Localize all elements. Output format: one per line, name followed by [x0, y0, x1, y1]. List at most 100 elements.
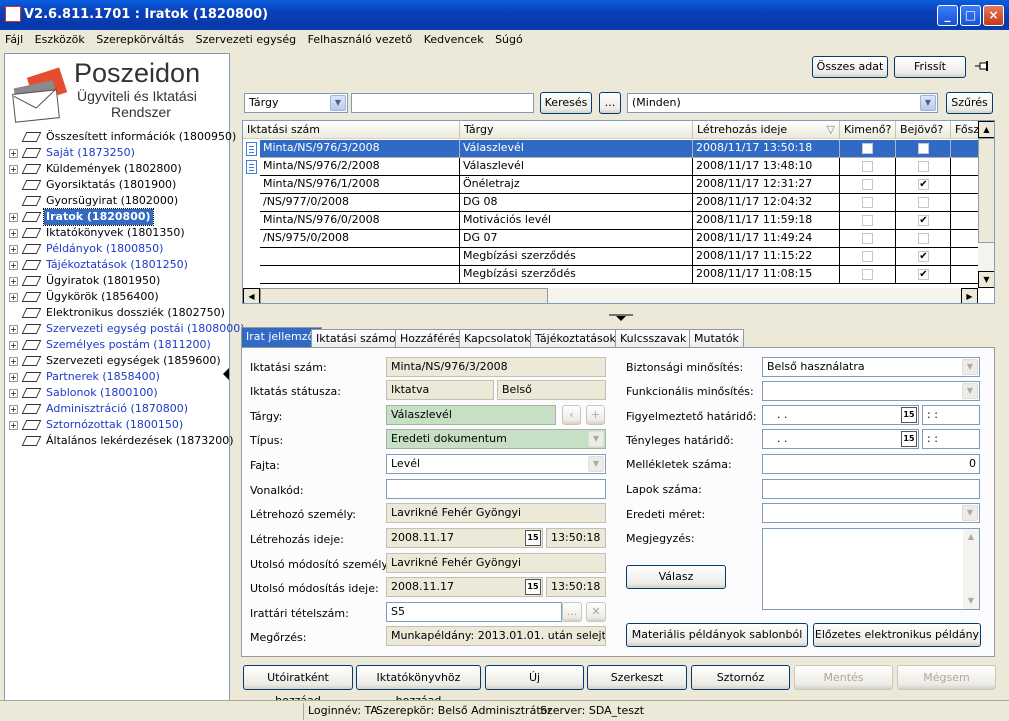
- expand-icon[interactable]: +: [9, 325, 18, 334]
- scroll-up-icon[interactable]: ▲: [978, 121, 994, 138]
- col-letrehozas[interactable]: Létrehozás ideje ▽: [693, 121, 840, 139]
- expand-icon[interactable]: +: [9, 229, 18, 238]
- search-field-select[interactable]: Tárgy ▼: [244, 93, 348, 113]
- chevron-down-icon[interactable]: ▼: [962, 383, 978, 399]
- pin-icon[interactable]: [974, 60, 992, 74]
- col-bejovo[interactable]: Bejövő?: [896, 121, 951, 139]
- menu-help[interactable]: Súgó: [490, 30, 526, 46]
- cancel-doc-button[interactable]: Sztornóz: [691, 665, 790, 690]
- expand-icon[interactable]: +: [9, 245, 18, 254]
- scroll-down-icon[interactable]: ▼: [963, 593, 979, 609]
- all-data-button[interactable]: Összes adat: [812, 56, 888, 78]
- targy-prev-button[interactable]: ‹: [562, 405, 581, 425]
- irattari-browse-button[interactable]: ...: [562, 602, 582, 622]
- kimeno-checkbox[interactable]: [862, 197, 873, 208]
- bejovo-checkbox[interactable]: [918, 197, 929, 208]
- bejovo-checkbox[interactable]: ✔: [918, 251, 929, 262]
- expand-icon[interactable]: +: [9, 261, 18, 270]
- bejovo-checkbox[interactable]: [918, 161, 929, 172]
- expand-icon[interactable]: +: [9, 357, 18, 366]
- irattari-input[interactable]: S5: [386, 602, 562, 622]
- edit-button[interactable]: Szerkeszt: [587, 665, 687, 690]
- tree-item[interactable]: + Ügykörök (1856400): [6, 289, 224, 305]
- expand-icon[interactable]: +: [9, 277, 18, 286]
- kimeno-checkbox[interactable]: [862, 161, 873, 172]
- tab-tajekoztatasok[interactable]: Tájékoztatások: [530, 329, 621, 348]
- kimeno-checkbox[interactable]: [862, 233, 873, 244]
- megjegyzes-textarea[interactable]: ▲ ▼: [762, 528, 980, 610]
- biztonsagi-select[interactable]: Belső használatra ▼: [762, 357, 980, 377]
- menu-org-unit[interactable]: Szervezeti egység: [191, 30, 299, 46]
- targy-field[interactable]: Válaszlevél: [386, 405, 556, 425]
- expand-icon[interactable]: +: [9, 373, 18, 382]
- kimeno-checkbox[interactable]: [862, 269, 873, 280]
- tree-item[interactable]: + Ügyiratok (1801950): [6, 273, 224, 289]
- tree-item[interactable]: + Iktatókönyvek (1801350): [6, 225, 224, 241]
- menu-file[interactable]: Fájl: [0, 30, 26, 46]
- tree-item[interactable]: + Személyes postám (1811200): [6, 337, 224, 353]
- figyelmezteto-time[interactable]: : :: [922, 405, 980, 425]
- chevron-down-icon[interactable]: ▼: [920, 95, 936, 111]
- tenyleges-date[interactable]: . . 15: [762, 429, 919, 449]
- tree-item[interactable]: Általános lekérdezések (1873200): [6, 433, 234, 449]
- vonalkod-input[interactable]: [386, 479, 606, 499]
- tipus-select[interactable]: Eredeti dokumentum ▼: [386, 429, 606, 449]
- targy-add-button[interactable]: +: [586, 405, 605, 425]
- eredeti-select[interactable]: ▼: [762, 503, 980, 523]
- tab-mutatok[interactable]: Mutatók: [689, 329, 744, 348]
- lapok-input[interactable]: [762, 479, 980, 499]
- maximize-button[interactable]: □: [960, 5, 981, 26]
- grid-vscrollbar[interactable]: ▲ ▼: [978, 121, 994, 288]
- fajta-select[interactable]: Levél ▼: [386, 454, 606, 474]
- minimize-button[interactable]: _: [937, 5, 958, 26]
- kimeno-checkbox[interactable]: [862, 179, 873, 190]
- megjegyzes-scrollbar[interactable]: ▲ ▼: [963, 529, 979, 609]
- grid-hscrollbar[interactable]: ◀ ▶: [243, 288, 978, 303]
- search-more-button[interactable]: ...: [599, 92, 621, 114]
- expand-icon[interactable]: +: [9, 421, 18, 430]
- menu-favorites[interactable]: Kedvencek: [419, 30, 487, 46]
- tree-item[interactable]: + Iratok (1820800): [6, 208, 224, 226]
- tree-item[interactable]: Elektronikus dossziék (1802750): [6, 305, 225, 321]
- calendar-icon[interactable]: 15: [901, 407, 917, 423]
- expand-icon[interactable]: +: [9, 213, 18, 222]
- funkcionalis-select[interactable]: ▼: [762, 381, 980, 401]
- col-iktatasi[interactable]: Iktatási szám: [243, 121, 460, 139]
- calendar-icon[interactable]: 15: [525, 530, 541, 546]
- expand-icon[interactable]: +: [9, 165, 18, 174]
- kimeno-checkbox[interactable]: [862, 143, 873, 154]
- scroll-down-icon[interactable]: ▼: [978, 271, 994, 288]
- filter-button[interactable]: Szűrés: [946, 92, 993, 114]
- new-button[interactable]: Új: [485, 665, 584, 690]
- refresh-button[interactable]: Frissít: [894, 56, 966, 78]
- tree-item[interactable]: Gyorsügyirat (1802000): [6, 193, 224, 209]
- figyelmezteto-date[interactable]: . . 15: [762, 405, 919, 425]
- bejovo-checkbox[interactable]: ✔: [918, 215, 929, 226]
- chevron-down-icon[interactable]: ▼: [962, 359, 978, 375]
- search-input[interactable]: [351, 93, 534, 113]
- filter-select[interactable]: (Minden) ▼: [627, 93, 938, 113]
- expand-icon[interactable]: +: [9, 341, 18, 350]
- chevron-down-icon[interactable]: ▼: [588, 456, 604, 472]
- col-targy[interactable]: Tárgy: [460, 121, 693, 139]
- kimeno-checkbox[interactable]: [862, 251, 873, 262]
- menu-user-manager[interactable]: Felhasználó vezető: [303, 30, 416, 46]
- expand-icon[interactable]: +: [9, 293, 18, 302]
- chevron-down-icon[interactable]: ▼: [330, 95, 346, 111]
- app-icon[interactable]: [5, 6, 21, 22]
- kimeno-checkbox[interactable]: [862, 215, 873, 226]
- bejovo-checkbox[interactable]: [918, 233, 929, 244]
- expand-icon[interactable]: +: [9, 149, 18, 158]
- tree-item[interactable]: + Szervezeti egység postái (1808000): [6, 321, 245, 337]
- add-to-register-button[interactable]: Iktatókönyvhöz hozzáad: [356, 665, 481, 707]
- tree-item[interactable]: + Szervezeti egységek (1859600): [6, 353, 224, 369]
- tree-item[interactable]: + Sztornózottak (1800150): [6, 417, 224, 433]
- search-button[interactable]: Keresés: [540, 92, 592, 114]
- discard-button[interactable]: Mégsem: [897, 665, 996, 690]
- scroll-left-icon[interactable]: ◀: [243, 288, 260, 303]
- calendar-icon[interactable]: 15: [525, 579, 541, 595]
- calendar-icon[interactable]: 15: [901, 431, 917, 447]
- tab-hozzaferes[interactable]: Hozzáférés: [395, 329, 466, 348]
- tree-item[interactable]: + Tájékoztatások (1801250): [6, 257, 224, 273]
- bejovo-checkbox[interactable]: ✔: [918, 179, 929, 190]
